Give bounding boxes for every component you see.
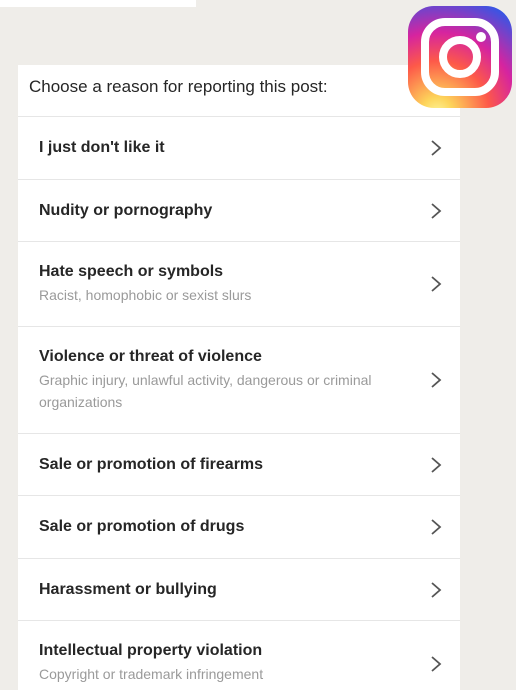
- reason-item-violence[interactable]: Violence or threat of violence Graphic i…: [18, 327, 460, 434]
- chevron-right-icon: [431, 202, 442, 219]
- chevron-right-icon: [431, 581, 442, 598]
- instagram-logo-icon: [408, 6, 512, 108]
- reason-title: Intellectual property violation: [39, 642, 263, 659]
- reason-subtitle: Racist, homophobic or sexist slurs: [39, 287, 252, 303]
- reason-item-dont-like[interactable]: I just don't like it: [18, 117, 460, 180]
- camera-glyph-icon: [421, 18, 499, 96]
- reason-item-nudity[interactable]: Nudity or pornography: [18, 180, 460, 242]
- reason-item-harassment[interactable]: Harassment or bullying: [18, 559, 460, 621]
- chevron-right-icon: [431, 456, 442, 473]
- reason-item-intellectual-property[interactable]: Intellectual property violation Copyrigh…: [18, 621, 460, 690]
- reason-item-hate-speech[interactable]: Hate speech or symbols Racist, homophobi…: [18, 242, 460, 327]
- screen: Choose a reason for reporting this post:…: [0, 0, 516, 690]
- reason-item-drugs[interactable]: Sale or promotion of drugs: [18, 496, 460, 559]
- reason-subtitle: Graphic injury, unlawful activity, dange…: [39, 372, 372, 410]
- chevron-right-icon: [431, 655, 442, 672]
- chevron-right-icon: [431, 372, 442, 388]
- reason-title: Harassment or bullying: [39, 581, 217, 598]
- report-reason-panel: Choose a reason for reporting this post:…: [18, 65, 460, 690]
- reason-title: Sale or promotion of firearms: [39, 456, 264, 473]
- reason-item-firearms[interactable]: Sale or promotion of firearms: [18, 434, 460, 496]
- top-strip: [0, 0, 196, 7]
- reason-title: Hate speech or symbols: [39, 263, 224, 280]
- reason-title: Violence or threat of violence: [39, 348, 262, 365]
- reason-subtitle: Copyright or trademark infringement: [39, 666, 264, 682]
- chevron-right-icon: [431, 140, 442, 156]
- reason-title: I just don't like it: [39, 139, 165, 156]
- chevron-right-icon: [431, 276, 442, 292]
- report-prompt: Choose a reason for reporting this post:: [18, 65, 460, 117]
- chevron-right-icon: [431, 519, 442, 535]
- reason-title: Sale or promotion of drugs: [39, 518, 245, 535]
- reason-title: Nudity or pornography: [39, 202, 213, 219]
